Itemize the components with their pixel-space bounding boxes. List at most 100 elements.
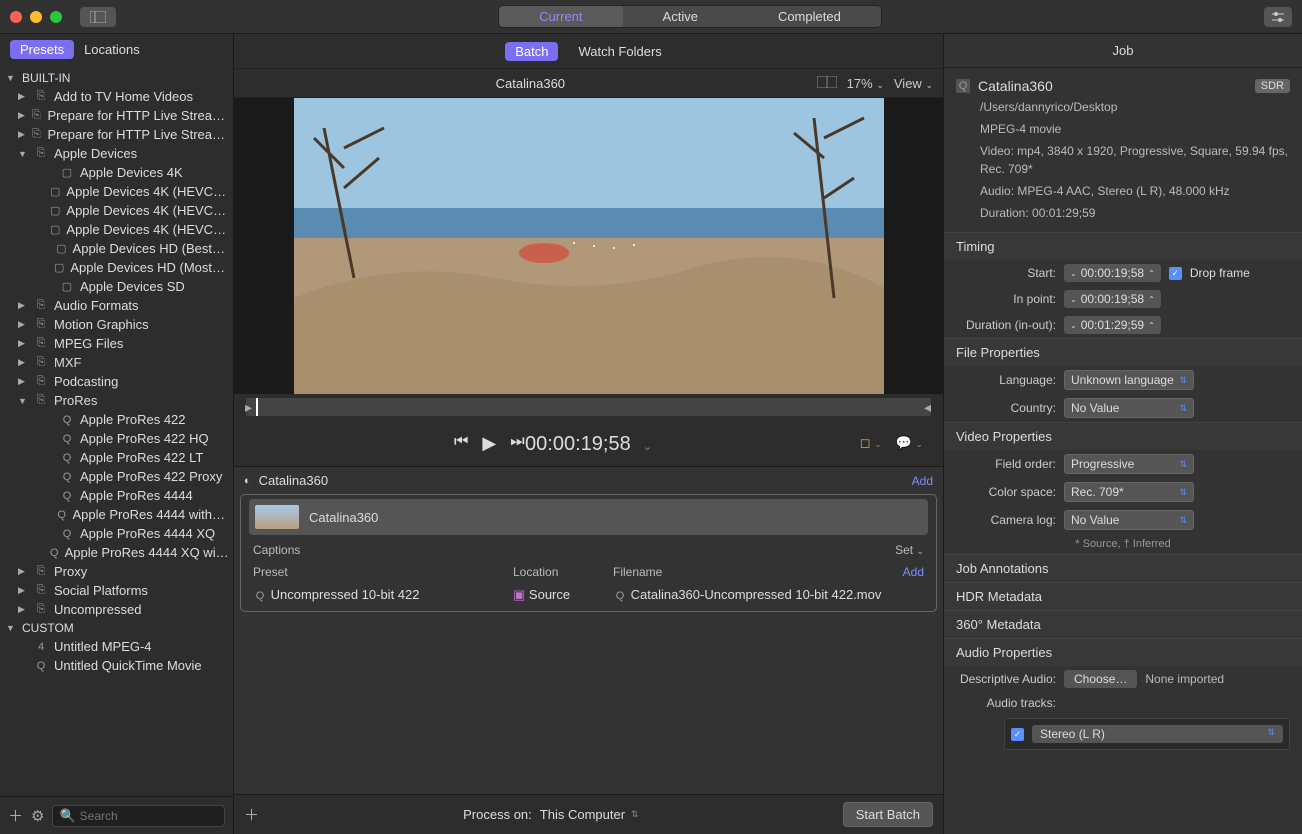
zoom-dropdown[interactable]: 17% ⌄ [847, 76, 884, 91]
disclosure-icon[interactable]: ▼ [6, 623, 16, 633]
tree-item[interactable]: QApple ProRes 422 Proxy [0, 467, 233, 486]
center-tab-watch[interactable]: Watch Folders [568, 42, 671, 61]
tree-item[interactable]: ▼⎘Apple Devices [0, 144, 233, 163]
duration-timecode[interactable]: ⌄00:01:29;59⌃ [1064, 316, 1161, 334]
tree-item[interactable]: ▢Apple Devices 4K (HEVC… [0, 201, 233, 220]
add-job-button[interactable]: Add [912, 474, 933, 488]
tree-item[interactable]: ▼CUSTOM [0, 619, 233, 637]
tree-item[interactable]: QApple ProRes 422 [0, 410, 233, 429]
tree-item[interactable]: QApple ProRes 422 HQ [0, 429, 233, 448]
field-select[interactable]: Progressive⇅ [1064, 454, 1194, 474]
add-batch-icon[interactable]: ＋ [244, 804, 259, 825]
tab-active[interactable]: Active [623, 6, 738, 27]
compare-icon[interactable] [817, 76, 837, 91]
tree-item[interactable]: ▢Apple Devices 4K (HEVC… [0, 220, 233, 239]
status-segmented[interactable]: Current Active Completed [498, 5, 882, 28]
add-icon[interactable]: ＋ [8, 805, 23, 826]
captions-set-dropdown[interactable]: Set ⌄ [895, 543, 924, 557]
process-on-dropdown[interactable]: This Computer ⇅ [540, 807, 639, 822]
disclosure-icon[interactable]: ▶ [18, 357, 28, 368]
minimize-window[interactable] [30, 11, 42, 23]
tree-item[interactable]: ▶⎘Uncompressed [0, 600, 233, 619]
tree-item[interactable]: 4Untitled MPEG-4 [0, 637, 233, 656]
color-select[interactable]: Rec. 709*⇅ [1064, 482, 1194, 502]
tree-item[interactable]: QUntitled QuickTime Movie [0, 656, 233, 675]
tree-item[interactable]: QApple ProRes 4444 with… [0, 505, 233, 524]
tree-item[interactable]: ▢Apple Devices HD (Best… [0, 239, 233, 258]
job-annotations-header[interactable]: Job Annotations [944, 554, 1302, 582]
preview-viewer[interactable] [234, 98, 943, 394]
tree-item[interactable]: ▼BUILT-IN [0, 69, 233, 87]
disclosure-icon[interactable]: ▶ [18, 110, 25, 121]
tab-completed[interactable]: Completed [738, 6, 881, 27]
language-select[interactable]: Unknown language⇅ [1064, 370, 1194, 390]
tree-item[interactable]: ▢Apple Devices 4K [0, 163, 233, 182]
tree-item[interactable]: QApple ProRes 4444 XQ wi… [0, 543, 233, 562]
search-input[interactable]: 🔍 [52, 805, 225, 827]
center-tab-batch[interactable]: Batch [505, 42, 558, 61]
disclosure-icon[interactable]: ▶ [18, 338, 28, 349]
close-window[interactable] [10, 11, 22, 23]
marker-icon[interactable]: ◻ ⌄ [860, 435, 882, 451]
disclosure-icon[interactable]: ▼ [18, 396, 28, 406]
tree-item[interactable]: QApple ProRes 4444 [0, 486, 233, 505]
tree-item[interactable]: ▢Apple Devices 4K (HEVC… [0, 182, 233, 201]
disclosure-icon[interactable]: ▶ [18, 585, 28, 596]
country-select[interactable]: No Value⇅ [1064, 398, 1194, 418]
disclosure-icon[interactable]: ▼ [6, 73, 16, 83]
tree-item[interactable]: ▶⎘Audio Formats [0, 296, 233, 315]
tree-item[interactable]: ▶⎘Motion Graphics [0, 315, 233, 334]
tab-current[interactable]: Current [499, 6, 622, 27]
sidebar-tab-locations[interactable]: Locations [74, 40, 150, 59]
track-enabled-checkbox[interactable]: ✓ [1011, 728, 1024, 741]
tree-item[interactable]: ▢Apple Devices HD (Most… [0, 258, 233, 277]
tree-item[interactable]: ▶⎘Social Platforms [0, 581, 233, 600]
comment-icon[interactable]: 💬 ⌄ [896, 435, 923, 451]
gear-icon[interactable]: ⚙︎ [31, 807, 44, 825]
start-timecode[interactable]: ⌄00:00:19;58⌃ [1064, 264, 1161, 282]
tree-item[interactable]: ▶⎘Prepare for HTTP Live Strea… [0, 106, 233, 125]
prev-icon[interactable]: ⏮ [454, 433, 468, 454]
timeline-scrubber[interactable]: ▸ ◂ [246, 398, 931, 416]
track-select[interactable]: Stereo (L R)⇅ [1032, 725, 1283, 743]
tree-item[interactable]: ▶⎘Proxy [0, 562, 233, 581]
drop-frame-checkbox[interactable]: ✓ [1169, 267, 1182, 280]
out-marker-icon[interactable]: ◂ [924, 398, 932, 416]
tree-item[interactable]: QApple ProRes 4444 XQ [0, 524, 233, 543]
view-dropdown[interactable]: View ⌄ [894, 76, 933, 91]
in-marker-icon[interactable]: ▸ [245, 398, 253, 416]
disclosure-icon[interactable]: ▶ [18, 129, 25, 140]
tree-item[interactable]: ▶⎘Add to TV Home Videos [0, 87, 233, 106]
tree-item[interactable]: ▶⎘MXF [0, 353, 233, 372]
disclosure-icon[interactable]: ▶ [18, 566, 28, 577]
disclosure-icon[interactable]: ▶ [18, 376, 28, 387]
playhead[interactable] [256, 398, 258, 416]
zoom-window[interactable] [50, 11, 62, 23]
disclosure-icon[interactable]: ▶ [18, 319, 28, 330]
360-metadata-header[interactable]: 360° Metadata [944, 610, 1302, 638]
disclosure-icon[interactable]: ▶ [18, 91, 28, 102]
sidebar-toggle-icon[interactable] [80, 7, 116, 27]
hdr-metadata-header[interactable]: HDR Metadata [944, 582, 1302, 610]
start-batch-button[interactable]: Start Batch [843, 802, 933, 827]
output-row[interactable]: Q Uncompressed 10-bit 422 ▣ Source Q Cat… [241, 583, 936, 607]
job-row[interactable]: Catalina360 [249, 499, 928, 535]
tree-item[interactable]: ▢Apple Devices SD [0, 277, 233, 296]
disclosure-icon[interactable]: ▶ [18, 604, 28, 615]
tree-item[interactable]: QApple ProRes 422 LT [0, 448, 233, 467]
add-output-button[interactable]: Add [903, 565, 924, 579]
tree-item[interactable]: ▼⎘ProRes [0, 391, 233, 410]
choose-button[interactable]: Choose… [1064, 670, 1137, 688]
next-icon[interactable]: ⏭ [510, 433, 524, 454]
timecode-display[interactable]: 00:00:19;58 ⌄ [525, 431, 652, 456]
settings-icon[interactable] [1264, 7, 1292, 27]
in-timecode[interactable]: ⌄00:00:19;58⌃ [1064, 290, 1161, 308]
play-icon[interactable]: ▶ [482, 433, 496, 454]
sidebar-tab-presets[interactable]: Presets [10, 40, 74, 59]
camlog-select[interactable]: No Value⇅ [1064, 510, 1194, 530]
tree-item[interactable]: ▶⎘Podcasting [0, 372, 233, 391]
disclosure-icon[interactable]: ▼ [18, 149, 28, 159]
tree-item[interactable]: ▶⎘Prepare for HTTP Live Strea… [0, 125, 233, 144]
tree-item[interactable]: ▶⎘MPEG Files [0, 334, 233, 353]
disclosure-icon[interactable]: ▶ [18, 300, 28, 311]
